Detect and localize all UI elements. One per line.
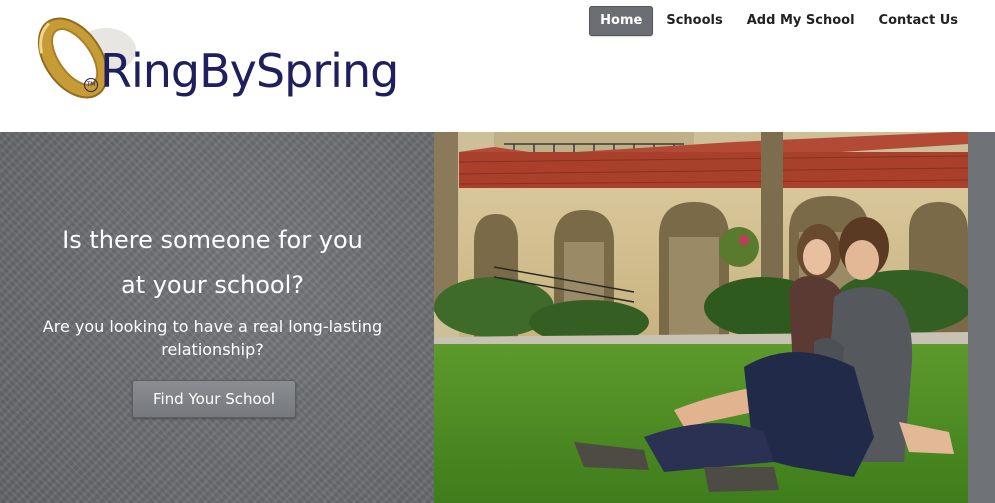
couple-on-lawn-photo	[434, 132, 968, 503]
nav-schools[interactable]: Schools	[655, 6, 733, 36]
nav-home[interactable]: Home	[589, 6, 654, 36]
hero-subline-line1: Are you looking to have a real long-last…	[42, 317, 383, 336]
hero-subline-line2: relationship?	[161, 340, 264, 359]
hero-right-border	[968, 132, 995, 503]
site-header: TM RingBySpring Home Schools Add My Scho…	[0, 0, 995, 132]
find-your-school-button[interactable]: Find Your School	[132, 380, 296, 418]
site-logo[interactable]: TM RingBySpring	[28, 6, 428, 116]
hero-text-panel: Is there someone for you at your school?…	[0, 132, 434, 503]
main-nav: Home Schools Add My School Contact Us	[587, 6, 969, 36]
hero-headline-line1: Is there someone for you	[62, 226, 363, 254]
hero-section: Is there someone for you at your school?…	[0, 132, 995, 503]
nav-contact-us[interactable]: Contact Us	[868, 6, 969, 36]
brand-name: RingBySpring	[100, 44, 399, 98]
trademark-mark: TM	[84, 78, 98, 92]
hero-subline: Are you looking to have a real long-last…	[0, 315, 425, 361]
hero-headline-line2: at your school?	[120, 271, 305, 299]
nav-add-my-school[interactable]: Add My School	[736, 6, 866, 36]
